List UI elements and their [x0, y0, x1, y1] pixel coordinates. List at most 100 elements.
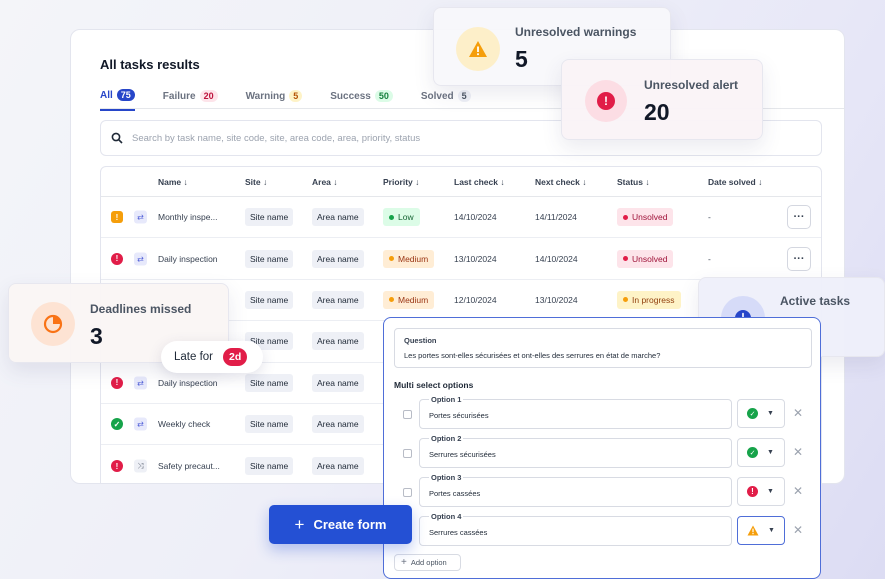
- col-last-check[interactable]: Last check ↓: [454, 177, 505, 187]
- remove-option-button[interactable]: ✕: [793, 445, 803, 459]
- priority-badge: Medium: [383, 249, 435, 268]
- chevron-down-icon: ▼: [767, 449, 774, 456]
- task-name: Safety precaut...: [158, 461, 220, 472]
- card-label: Unresolved alert: [644, 78, 739, 92]
- next-check: 14/11/2024: [535, 212, 577, 223]
- multi-select-label: Multi select options: [394, 380, 474, 390]
- col-date-solved[interactable]: Date solved ↓: [708, 177, 762, 187]
- more-options-button[interactable]: ···: [787, 205, 811, 230]
- priority-badge: Medium: [383, 290, 435, 309]
- task-name: Daily inspection: [158, 253, 218, 264]
- warning-icon: [747, 525, 759, 536]
- option-checkbox[interactable]: [403, 410, 412, 419]
- shuffle-icon: ⤨: [134, 459, 147, 473]
- option-label: Option 3: [429, 473, 464, 482]
- repeat-icon: ⇄: [134, 210, 147, 224]
- create-form-label: Create form: [313, 517, 387, 532]
- task-name: Monthly inspe...: [158, 212, 218, 223]
- next-check: 14/10/2024: [535, 253, 578, 264]
- last-check: 14/10/2024: [454, 212, 497, 223]
- table-row[interactable]: ! ⇄ Monthly inspe... Site name Area name…: [101, 197, 821, 239]
- option-label: Option 1: [429, 395, 464, 404]
- alert-icon: !: [585, 80, 627, 122]
- panel-title: All tasks results: [100, 57, 200, 72]
- status-badge: Unsolved: [617, 208, 674, 227]
- tab-count: 75: [116, 89, 135, 101]
- tab-warning[interactable]: Warning 5: [246, 89, 303, 111]
- option-checkbox[interactable]: [403, 488, 412, 497]
- last-check: 13/10/2024: [454, 253, 497, 264]
- card-value: 20: [644, 99, 670, 125]
- option-checkbox[interactable]: [403, 449, 412, 458]
- warning-icon: [456, 27, 500, 71]
- col-priority[interactable]: Priority ↓: [383, 177, 419, 187]
- unresolved-alert-card: ! Unresolved alert 20: [561, 59, 763, 140]
- option-4-field[interactable]: Option 4 Serrures cassées: [419, 512, 732, 546]
- chevron-down-icon: ▼: [767, 410, 774, 417]
- col-next-check[interactable]: Next check ↓: [535, 177, 587, 187]
- site-chip: Site name: [245, 249, 294, 268]
- option-value: Serrures cassées: [429, 528, 488, 537]
- tab-label: Solved: [420, 90, 454, 102]
- remove-option-button[interactable]: ✕: [793, 484, 803, 498]
- tab-label: Warning: [245, 90, 286, 102]
- check-icon: ✓: [747, 408, 758, 419]
- option-value: Portes sécurisées: [429, 411, 489, 420]
- add-option-button[interactable]: + Add option: [394, 554, 461, 571]
- tab-label: All: [100, 89, 113, 101]
- chevron-down-icon: ▼: [767, 488, 774, 495]
- option-4-status-select[interactable]: ▼: [737, 516, 785, 545]
- tab-solved[interactable]: Solved 5: [421, 89, 471, 111]
- col-site[interactable]: Site ↓: [245, 177, 267, 187]
- question-label: Question: [404, 336, 437, 345]
- table-header: Name ↓ Site ↓ Area ↓ Priority ↓ Last che…: [101, 167, 821, 197]
- plus-icon: +: [401, 557, 407, 568]
- card-label: Active tasks: [780, 294, 851, 308]
- more-options-button[interactable]: ···: [787, 246, 811, 271]
- option-2-field[interactable]: Option 2 Serrures sécurisées: [419, 434, 732, 468]
- remove-option-button[interactable]: ✕: [793, 406, 803, 420]
- alert-icon: !: [111, 460, 123, 473]
- tab-all[interactable]: All 75: [100, 89, 135, 111]
- option-2-status-select[interactable]: ✓ ▼: [737, 438, 785, 467]
- repeat-icon: ⇄: [134, 252, 147, 266]
- create-form-button[interactable]: + Create form: [269, 505, 412, 544]
- option-1-field[interactable]: Option 1 Portes sécurisées: [419, 395, 732, 429]
- alert-icon: !: [111, 252, 123, 265]
- tab-failure[interactable]: Failure 20: [163, 89, 218, 111]
- last-check: 12/10/2024: [454, 294, 497, 305]
- option-1-status-select[interactable]: ✓ ▼: [737, 399, 785, 428]
- site-chip: Site name: [245, 415, 294, 434]
- remove-option-button[interactable]: ✕: [793, 523, 803, 537]
- status-badge: Unsolved: [617, 249, 674, 268]
- col-name[interactable]: Name ↓: [158, 177, 188, 187]
- task-name: Weekly check: [158, 419, 211, 430]
- option-label: Option 4: [429, 512, 464, 521]
- form-builder-panel: Question Les portes sont-elles sécurisée…: [383, 317, 821, 579]
- site-chip: Site name: [245, 290, 294, 309]
- option-3-status-select[interactable]: ! ▼: [737, 477, 785, 506]
- area-chip: Area name: [312, 373, 364, 392]
- alert-icon: !: [111, 376, 123, 389]
- table-row[interactable]: ! ⇄ Daily inspection Site name Area name…: [101, 238, 821, 280]
- check-icon: ✓: [747, 447, 758, 458]
- late-badge: 2d: [223, 348, 248, 366]
- task-name: Daily inspection: [158, 377, 218, 388]
- area-chip: Area name: [312, 332, 364, 351]
- col-status[interactable]: Status ↓: [617, 177, 650, 187]
- option-value: Portes cassées: [429, 489, 481, 498]
- area-chip: Area name: [312, 290, 364, 309]
- area-chip: Area name: [312, 415, 364, 434]
- status-badge: In progress: [617, 290, 681, 309]
- alert-icon: !: [747, 486, 758, 497]
- card-label: Unresolved warnings: [515, 25, 637, 39]
- clock-pie-icon: [31, 302, 75, 346]
- question-field[interactable]: Question Les portes sont-elles sécurisée…: [394, 328, 812, 368]
- chevron-down-icon: ▼: [768, 527, 775, 534]
- option-label: Option 2: [429, 434, 464, 443]
- tab-success[interactable]: Success 50: [330, 89, 393, 111]
- plus-icon: +: [294, 514, 305, 534]
- card-value: 3: [90, 323, 103, 349]
- option-3-field[interactable]: Option 3 Portes cassées: [419, 473, 732, 507]
- col-area[interactable]: Area ↓: [312, 177, 338, 187]
